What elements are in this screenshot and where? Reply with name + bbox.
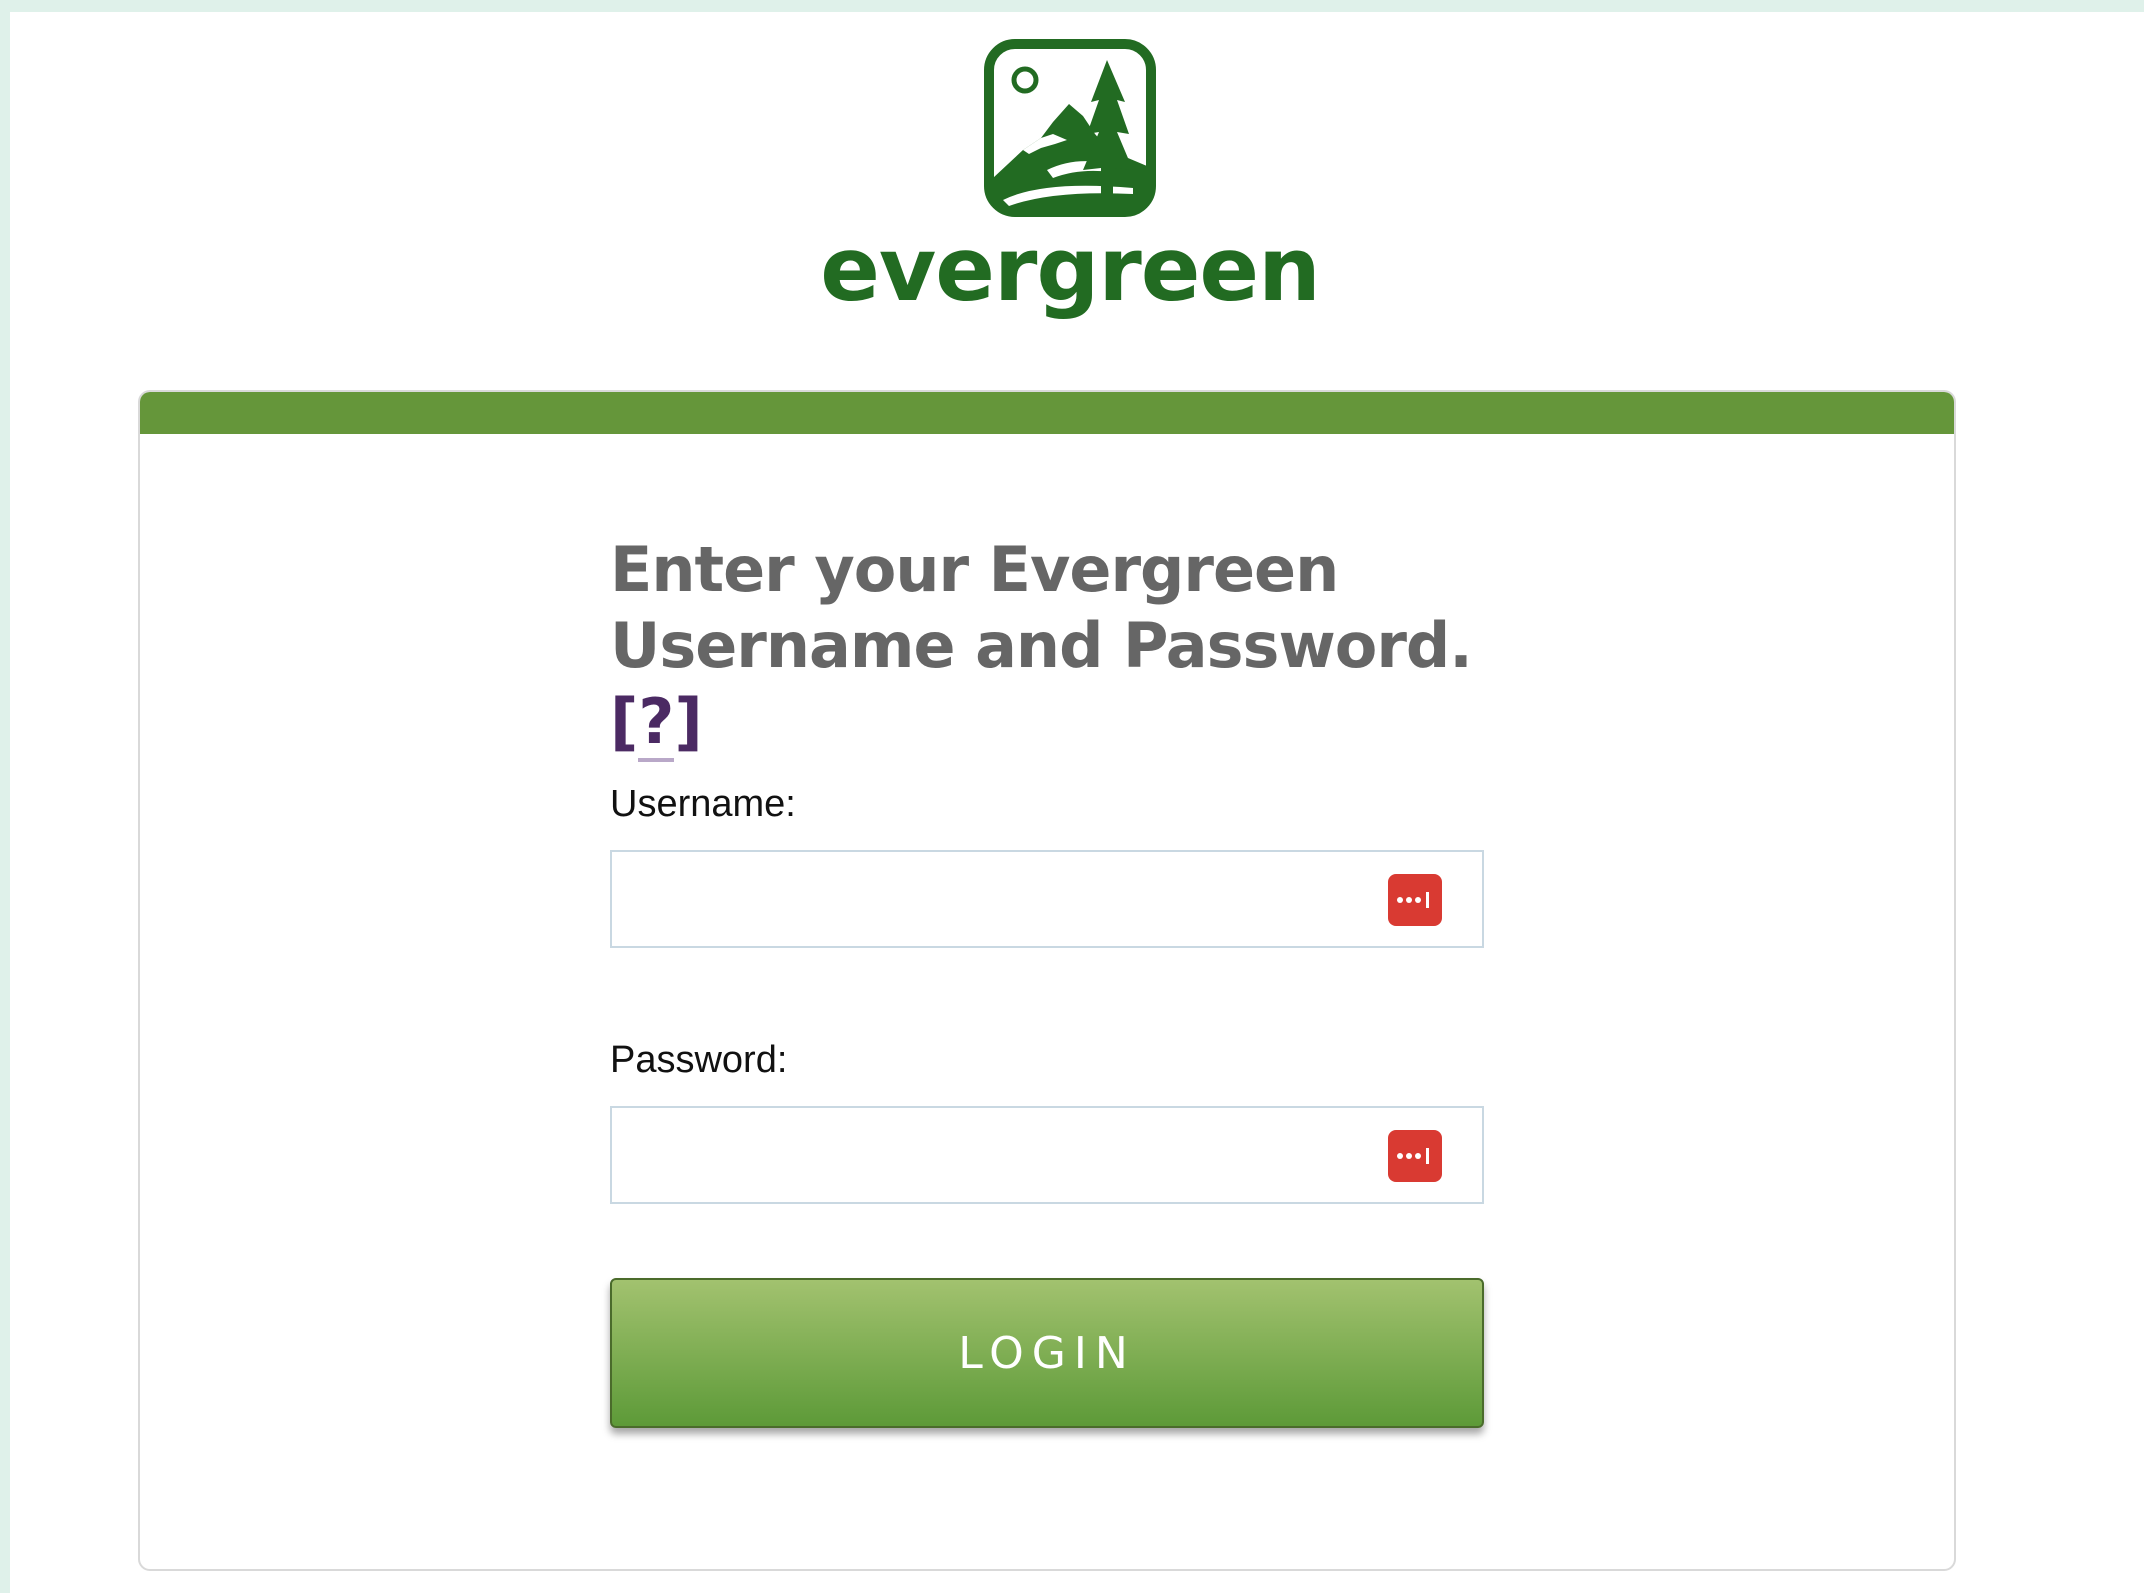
page: evergreen Enter your Evergreen Username … bbox=[10, 12, 2144, 1593]
evergreen-wordmark: evergreen bbox=[820, 218, 1321, 321]
help-link[interactable]: [?] bbox=[610, 684, 703, 762]
heading-line-2: Username and Password. bbox=[610, 609, 1473, 682]
heading-line-1: Enter your Evergreen bbox=[610, 533, 1339, 606]
dots-cursor-icon bbox=[1397, 892, 1429, 908]
login-button-label: LOGIN bbox=[958, 1327, 1136, 1379]
help-question-mark: ? bbox=[638, 685, 675, 762]
login-heading: Enter your Evergreen Username and Passwo… bbox=[610, 532, 1484, 684]
username-field[interactable] bbox=[610, 850, 1484, 948]
password-label: Password: bbox=[610, 1039, 788, 1081]
password-manager-icon[interactable] bbox=[1388, 874, 1442, 926]
login-button[interactable]: LOGIN bbox=[610, 1278, 1484, 1428]
card-header-bar bbox=[140, 392, 1954, 434]
password-field[interactable] bbox=[610, 1106, 1484, 1204]
password-manager-icon[interactable] bbox=[1388, 1130, 1442, 1182]
login-form: Enter your Evergreen Username and Passwo… bbox=[610, 532, 1484, 1428]
help-bracket-close: ] bbox=[674, 685, 703, 758]
logo: evergreen bbox=[10, 38, 2130, 320]
username-input[interactable] bbox=[612, 852, 1482, 946]
help-bracket-open: [ bbox=[610, 685, 639, 758]
login-card: Enter your Evergreen Username and Passwo… bbox=[138, 390, 1956, 1571]
evergreen-logo-icon bbox=[984, 39, 1156, 217]
dots-cursor-icon bbox=[1397, 1148, 1429, 1164]
username-label: Username: bbox=[610, 783, 796, 825]
password-input[interactable] bbox=[612, 1108, 1482, 1202]
